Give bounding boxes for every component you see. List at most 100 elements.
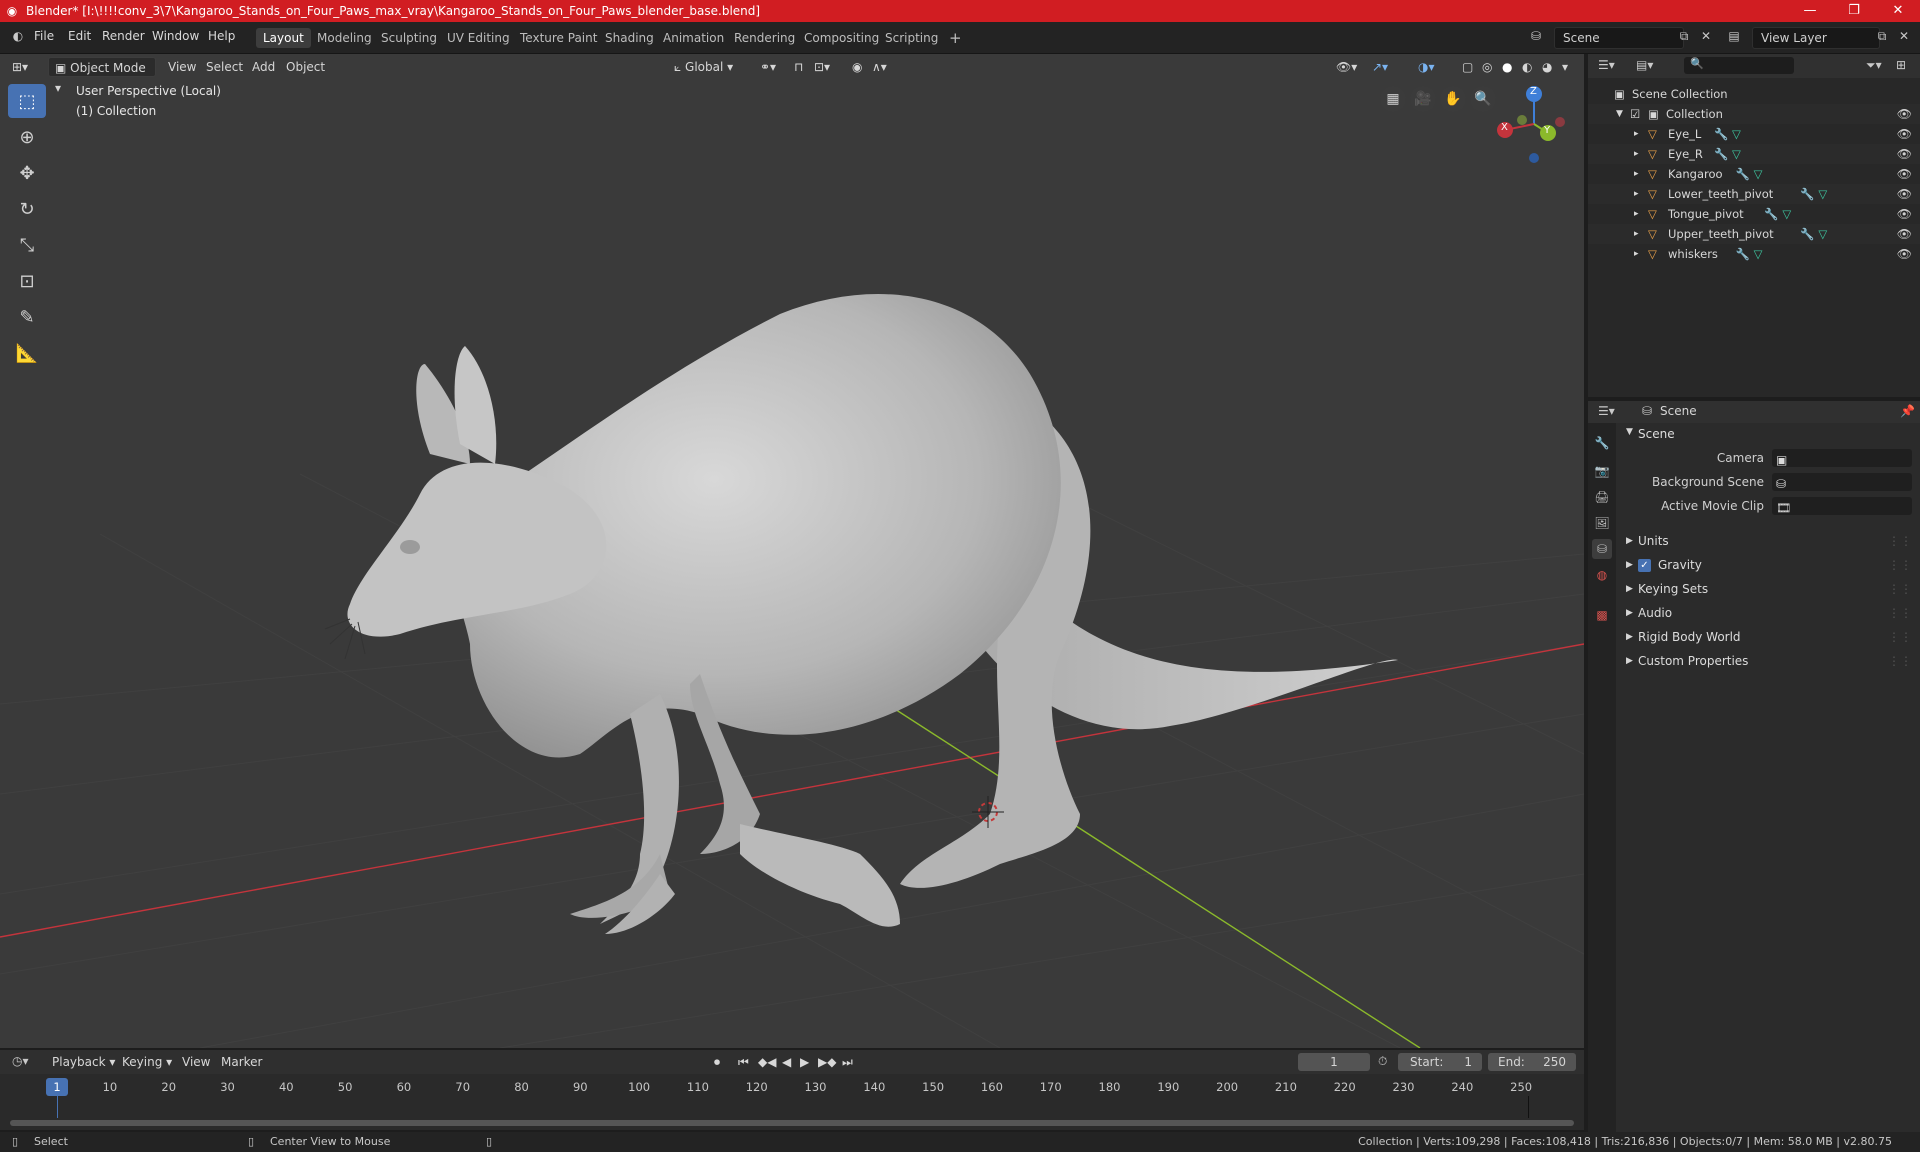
scene-panel-arrow-icon[interactable]: ▼ [1626,427,1633,437]
modifier-wrench-icon[interactable]: 🔧 [1736,244,1750,264]
section-arrow-icon[interactable]: ▶ [1626,627,1633,647]
visibility-eye-icon[interactable]: 👁 [1897,104,1912,124]
modifier-wrench-icon[interactable]: 🔧 [1714,124,1728,144]
drag-handle-icon[interactable]: ⋮⋮ [1888,603,1912,623]
mesh-data-icon[interactable]: ▽ [1754,244,1763,264]
expand-arrow-icon[interactable]: ▸ [1634,144,1639,164]
movie-clip-field[interactable]: 🎞 [1772,497,1912,515]
tab-compositing[interactable]: Compositing [797,28,886,48]
menu-file[interactable]: File [34,29,54,43]
gizmos-icon[interactable]: ↗▾ [1366,57,1394,77]
render-tab-icon[interactable]: 📷 [1592,461,1612,481]
maximize-button[interactable]: ❐ [1832,0,1876,22]
mesh-data-icon[interactable]: ▽ [1818,224,1827,244]
menu-render[interactable]: Render [102,29,145,43]
expand-arrow-icon[interactable]: ▸ [1634,224,1639,244]
outliner-collection[interactable]: ▼ ☑ ▣ Collection 👁 [1588,104,1920,124]
properties-section-units[interactable]: ▶ Units ⋮⋮ [1620,531,1916,551]
menu-window[interactable]: Window [152,29,199,43]
timeline-ruler[interactable]: 1 10 20 30 40 50 60 70 80 90 100 110 120 130 140 150 160… [0,1050,1584,1110]
new-collection-icon[interactable]: ⊞ [1896,58,1906,72]
cursor-icon[interactable]: ⊕ [8,120,46,154]
tab-rendering[interactable]: Rendering [727,28,802,48]
tab-modeling[interactable]: Modeling [310,28,379,48]
visibility-eye-icon[interactable]: 👁 [1897,164,1912,184]
visibility-eye-icon[interactable]: 👁 [1897,124,1912,144]
section-arrow-icon[interactable]: ▶ [1626,555,1633,575]
camera-view-icon[interactable]: 🎥 [1410,86,1436,112]
rotate-icon[interactable]: ↻ [8,192,46,226]
editor-type-icon[interactable]: ⊞▾ [6,57,38,77]
delete-view-layer-icon[interactable]: ✕ [1896,29,1912,43]
outliner-object-row[interactable]: ▸ ▽ whiskers 🔧 ▽ 👁 [1588,244,1920,264]
outliner-object-row[interactable]: ▸ ▽ Kangaroo 🔧 ▽ 👁 [1588,164,1920,184]
scene-tab-icon[interactable]: ⛁ [1592,539,1612,559]
view-layer-selector-icon[interactable]: ▤ [1726,29,1742,43]
output-tab-icon[interactable]: 🖨 [1592,487,1612,507]
mode-dropdown[interactable]: ▣ Object Mode ▾ [48,57,156,95]
measure-icon[interactable]: 📐 [8,336,46,370]
properties-section-audio[interactable]: ▶ Audio ⋮⋮ [1620,603,1916,623]
view-object-types-icon[interactable]: 👁▾ [1330,57,1363,77]
drag-handle-icon[interactable]: ⋮⋮ [1888,651,1912,671]
view-layer-tab-icon[interactable]: 🖼 [1592,513,1612,533]
zoom-view-icon[interactable]: 🔍 [1470,86,1496,112]
expand-arrow-icon[interactable]: ▸ [1634,244,1639,264]
visibility-eye-icon[interactable]: 👁 [1897,244,1912,264]
pivot-point-icon[interactable]: ⚭▾ [754,57,782,77]
timeline-scrollbar[interactable] [10,1120,1574,1126]
falloff-icon[interactable]: ∧▾ [866,57,893,77]
outliner-search-input[interactable]: 🔍 [1684,57,1794,74]
visibility-eye-icon[interactable]: 👁 [1897,144,1912,164]
properties-section-gravity[interactable]: ▶ ✓ Gravity ⋮⋮ [1620,555,1916,575]
scale-icon[interactable]: ⤡ [8,228,46,262]
overlays-icon[interactable]: ◑▾ [1412,57,1441,77]
expand-arrow-icon[interactable]: ▸ [1634,184,1639,204]
outliner-object-row[interactable]: ▸ ▽ Eye_R 🔧 ▽ 👁 [1588,144,1920,164]
menu-object[interactable]: Object [280,57,331,77]
properties-section-keying-sets[interactable]: ▶ Keying Sets ⋮⋮ [1620,579,1916,599]
add-workspace-icon[interactable]: + [942,28,969,48]
modifier-wrench-icon[interactable]: 🔧 [1800,224,1814,244]
section-arrow-icon[interactable]: ▶ [1626,531,1633,551]
exclude-checkbox[interactable]: ☑ [1630,104,1640,124]
snap-icon[interactable]: ⊓ [788,57,809,77]
tab-shading[interactable]: Shading [598,28,661,48]
filter-icon[interactable]: ⏷▾ [1866,58,1882,73]
visibility-eye-icon[interactable]: 👁 [1897,224,1912,244]
expand-arrow-icon[interactable]: ▼ [1616,104,1623,124]
outliner-object-row[interactable]: ▸ ▽ Tongue_pivot 🔧 ▽ 👁 [1588,204,1920,224]
mesh-data-icon[interactable]: ▽ [1754,164,1763,184]
section-arrow-icon[interactable]: ▶ [1626,603,1633,623]
scene-panel-title[interactable]: Scene [1638,427,1675,441]
outliner-editor-type-icon[interactable]: ☰▾ [1598,58,1615,72]
camera-field[interactable]: ▣ [1772,449,1912,467]
menu-edit[interactable]: Edit [68,29,91,43]
tool-tab-icon[interactable]: 🔧 [1592,433,1612,453]
section-arrow-icon[interactable]: ▶ [1626,651,1633,671]
menu-view[interactable]: View [162,57,202,77]
tab-scripting[interactable]: Scripting [878,28,945,48]
outliner-object-row[interactable]: ▸ ▽ Upper_teeth_pivot 🔧 ▽ 👁 [1588,224,1920,244]
transform-icon[interactable]: ⊡ [8,264,46,298]
modifier-wrench-icon[interactable]: 🔧 [1764,204,1778,224]
blender-menu-icon[interactable]: ◐ [10,29,26,43]
menu-add[interactable]: Add [246,57,281,77]
gravity-checkbox[interactable]: ✓ [1638,559,1651,572]
section-arrow-icon[interactable]: ▶ [1626,579,1633,599]
modifier-wrench-icon[interactable]: 🔧 [1714,144,1728,164]
drag-handle-icon[interactable]: ⋮⋮ [1888,555,1912,575]
mesh-data-icon[interactable]: ▽ [1732,144,1741,164]
view-layer-field[interactable]: View Layer [1752,27,1880,49]
tab-layout[interactable]: Layout [256,28,311,48]
modifier-wrench-icon[interactable]: 🔧 [1800,184,1814,204]
tab-sculpting[interactable]: Sculpting [374,28,444,48]
close-button[interactable]: ✕ [1876,0,1920,22]
new-scene-icon[interactable]: ⧉ [1676,29,1692,44]
tab-texture-paint[interactable]: Texture Paint [513,28,604,48]
outliner-object-row[interactable]: ▸ ▽ Eye_L 🔧 ▽ 👁 [1588,124,1920,144]
scene-name-field[interactable]: Scene [1554,27,1684,49]
orientation-dropdown[interactable]: ⟀ Global ▾ [668,57,744,77]
mesh-data-icon[interactable]: ▽ [1732,124,1741,144]
new-view-layer-icon[interactable]: ⧉ [1874,29,1890,44]
